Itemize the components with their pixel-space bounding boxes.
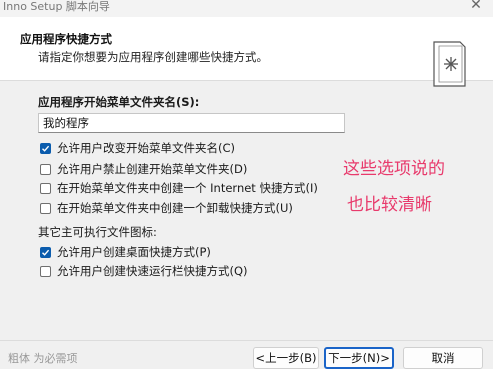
page-title: 应用程序快捷方式 <box>20 32 112 46</box>
checkbox[interactable] <box>40 265 51 277</box>
option-label: 在开始菜单文件夹中创建一个卸载快捷方式(U) <box>57 201 293 215</box>
title-bar: Inno Setup 脚本向导 ✕ <box>0 0 493 17</box>
option-label: 允许用户创建桌面快捷方式(P) <box>57 245 211 259</box>
other-icons-label: 其它主可执行文件图标: <box>38 225 157 239</box>
back-button[interactable]: <上一步(B) <box>253 347 319 369</box>
checkbox[interactable] <box>40 142 51 154</box>
close-icon[interactable]: ✕ <box>469 0 483 13</box>
wizard-star-page-icon <box>433 41 466 87</box>
option-quicklaunch-shortcut[interactable]: 允许用户创建快速运行栏快捷方式(Q) <box>40 263 248 279</box>
folder-name-label: 应用程序开始菜单文件夹名(S): <box>38 95 200 109</box>
option-disable-folder[interactable]: 允许用户禁止创建开始菜单文件夹(D) <box>40 161 247 177</box>
annotation-line-2: 也比较清晰 <box>347 195 432 215</box>
footer-divider <box>0 340 493 341</box>
checkbox[interactable] <box>40 246 51 258</box>
checkbox[interactable] <box>40 163 51 175</box>
option-internet-shortcut[interactable]: 在开始菜单文件夹中创建一个 Internet 快捷方式(I) <box>40 180 318 196</box>
window-title: Inno Setup 脚本向导 <box>3 0 110 13</box>
checkbox[interactable] <box>40 182 51 194</box>
option-label: 允许用户改变开始菜单文件夹名(C) <box>57 141 236 155</box>
option-change-folder[interactable]: 允许用户改变开始菜单文件夹名(C) <box>40 140 235 156</box>
next-button[interactable]: 下一步(N)> <box>324 347 394 369</box>
option-uninstall-shortcut[interactable]: 在开始菜单文件夹中创建一个卸载快捷方式(U) <box>40 200 293 216</box>
wizard-header: 应用程序快捷方式 请指定你想要为应用程序创建哪些快捷方式。 <box>0 17 493 87</box>
option-desktop-shortcut[interactable]: 允许用户创建桌面快捷方式(P) <box>40 244 211 260</box>
option-label: 在开始菜单文件夹中创建一个 Internet 快捷方式(I) <box>57 181 318 195</box>
cancel-button[interactable]: 取消 <box>403 347 483 369</box>
checkbox[interactable] <box>40 202 51 214</box>
folder-name-input[interactable] <box>38 113 345 133</box>
option-label: 允许用户禁止创建开始菜单文件夹(D) <box>57 162 248 176</box>
option-label: 允许用户创建快速运行栏快捷方式(Q) <box>57 264 248 278</box>
page-subtitle: 请指定你想要为应用程序创建哪些快捷方式。 <box>38 50 268 64</box>
annotation-line-1: 这些选项说的 <box>343 159 445 179</box>
